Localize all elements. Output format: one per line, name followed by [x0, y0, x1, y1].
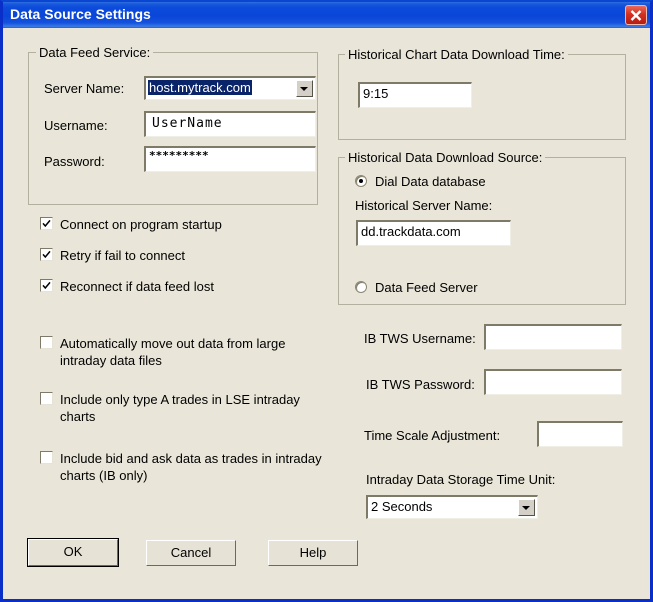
ib-tws-password-label: IB TWS Password:	[366, 377, 475, 392]
intraday-storage-unit-value: 2 Seconds	[371, 499, 433, 514]
username-label: Username:	[44, 118, 108, 133]
radio-selected-dot	[359, 179, 363, 183]
chevron-down-icon	[300, 87, 308, 91]
historical-chart-time-group-title: Historical Chart Data Download Time:	[345, 47, 568, 62]
radio-label: Data Feed Server	[375, 280, 478, 295]
checkbox-box[interactable]	[40, 451, 53, 464]
chevron-down-icon	[522, 506, 530, 510]
checkbox-label: Connect on program startup	[60, 217, 222, 232]
ib-tws-password-input[interactable]	[484, 369, 622, 395]
checkbox-box[interactable]	[40, 392, 53, 405]
check-icon	[42, 281, 51, 290]
close-button[interactable]	[625, 5, 647, 25]
check-icon	[42, 250, 51, 259]
checkbox-box[interactable]	[40, 279, 53, 292]
checkbox-label-line2: charts (IB only)	[60, 468, 148, 483]
server-name-label: Server Name:	[44, 81, 125, 96]
help-button[interactable]: Help	[268, 540, 358, 566]
data-source-settings-dialog: Data Source Settings Data Feed Service: …	[0, 0, 653, 602]
server-name-value: host.mytrack.com	[148, 80, 252, 95]
radio-label: Dial Data database	[375, 174, 486, 189]
checkbox-box[interactable]	[40, 336, 53, 349]
historical-source-group-title: Historical Data Download Source:	[345, 150, 546, 165]
username-input[interactable]: UserName	[144, 111, 316, 137]
checkbox-box[interactable]	[40, 217, 53, 230]
checkbox-label-line2: intraday data files	[60, 353, 162, 368]
time-scale-adjustment-input[interactable]	[537, 421, 623, 447]
check-icon	[42, 219, 51, 228]
checkbox-label-line1: Automatically move out data from large	[60, 336, 286, 351]
ib-tws-username-label: IB TWS Username:	[364, 331, 476, 346]
title-bar: Data Source Settings	[3, 2, 650, 28]
password-input[interactable]: *********	[144, 146, 316, 172]
checkbox-label-line1: Include bid and ask data as trades in in…	[60, 451, 322, 466]
server-name-dropdown-button[interactable]	[296, 80, 313, 97]
intraday-storage-unit-label: Intraday Data Storage Time Unit:	[366, 472, 556, 487]
checkbox-label: Reconnect if data feed lost	[60, 279, 214, 294]
checkbox-box[interactable]	[40, 248, 53, 261]
checkbox-label-line1: Include only type A trades in LSE intrad…	[60, 392, 300, 407]
historical-chart-time-input[interactable]: 9:15	[358, 82, 472, 108]
close-icon	[630, 10, 642, 21]
server-name-combo[interactable]: host.mytrack.com	[144, 76, 316, 100]
checkbox-label-line2: charts	[60, 409, 96, 424]
intraday-storage-unit-dropdown-button[interactable]	[518, 499, 535, 516]
cancel-button[interactable]: Cancel	[146, 540, 236, 566]
ok-button[interactable]: OK	[27, 538, 119, 567]
radio-circle[interactable]	[355, 175, 367, 187]
window-title: Data Source Settings	[10, 6, 151, 22]
password-label: Password:	[44, 154, 105, 169]
data-feed-service-group-title: Data Feed Service:	[36, 45, 154, 60]
ib-tws-username-input[interactable]	[484, 324, 622, 350]
radio-circle[interactable]	[355, 281, 367, 293]
historical-server-name-input[interactable]: dd.trackdata.com	[356, 220, 511, 246]
intraday-storage-unit-combo[interactable]: 2 Seconds	[366, 495, 538, 519]
historical-server-name-label: Historical Server Name:	[355, 198, 493, 213]
time-scale-adjustment-label: Time Scale Adjustment:	[364, 428, 501, 443]
checkbox-label: Retry if fail to connect	[60, 248, 185, 263]
